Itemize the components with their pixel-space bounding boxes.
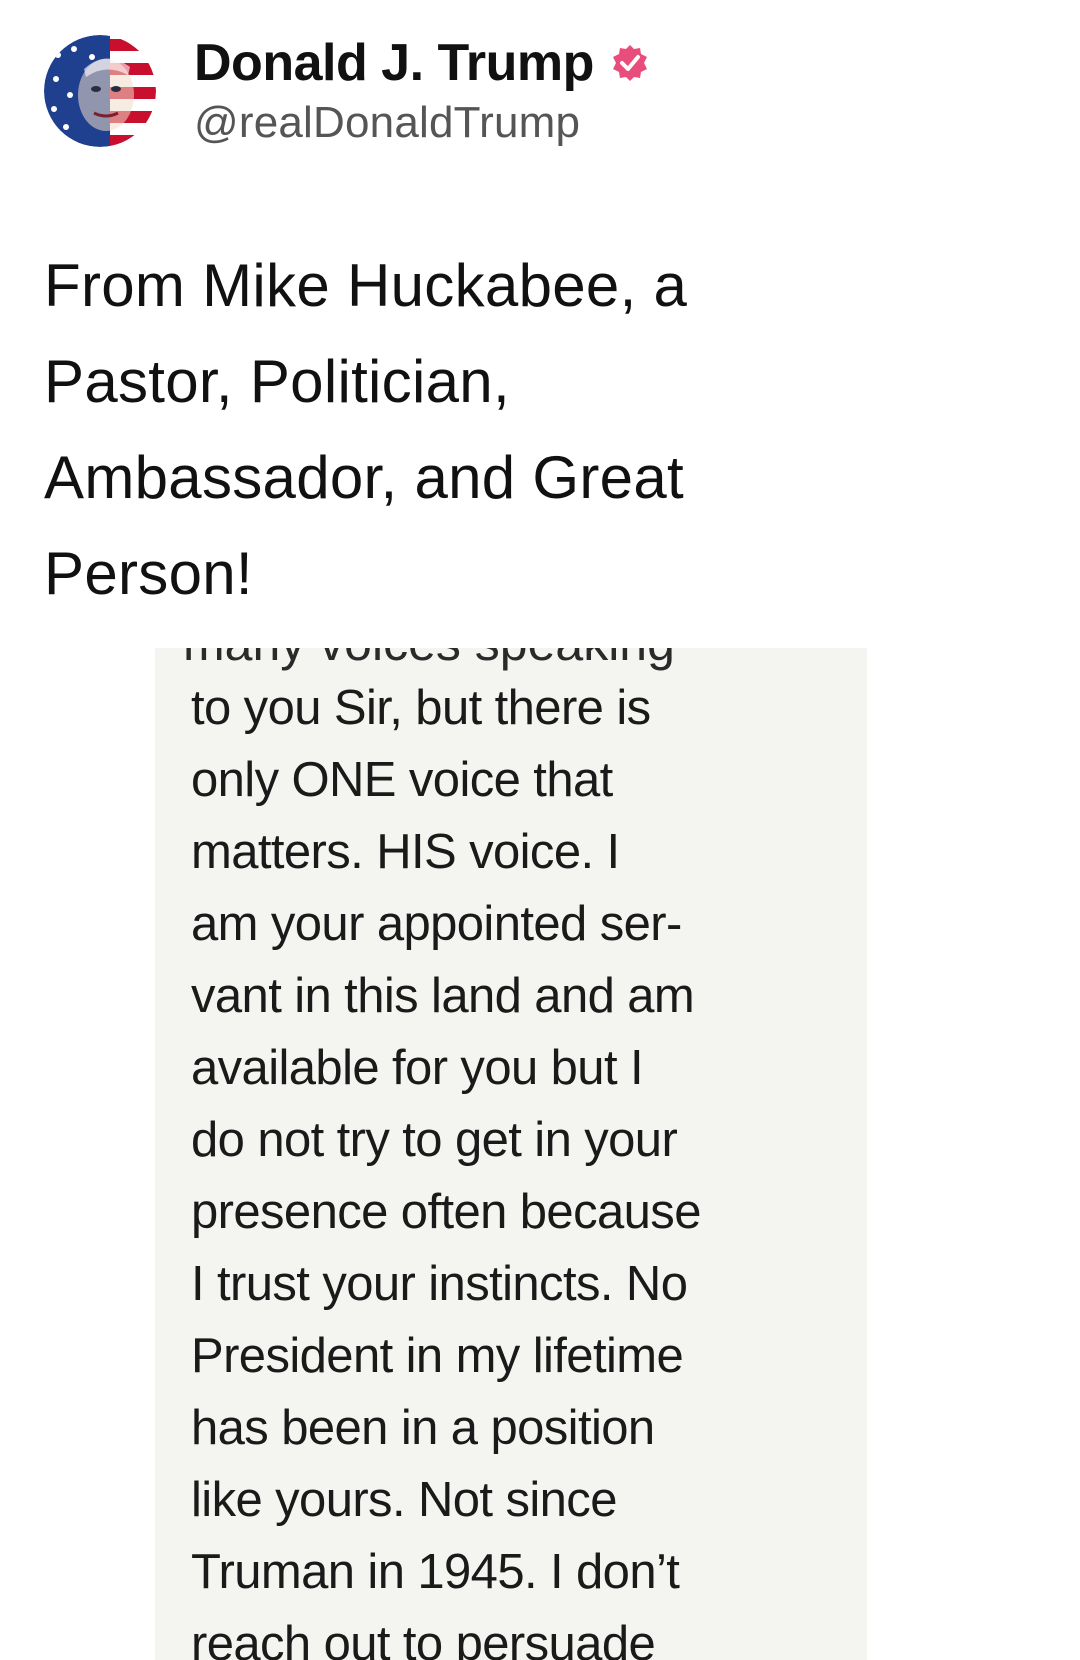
post-text-line: Person! [44, 540, 253, 607]
note-text-line: President in my lifetime [191, 1329, 684, 1383]
verified-badge-icon [610, 43, 650, 83]
post-text-line: Ambassador, and Great [44, 444, 684, 511]
note-text-line: like yours. Not since [191, 1473, 617, 1527]
note-text-line: reach out to persuade [191, 1617, 656, 1660]
note-text-line: to you Sir, but there is [191, 681, 651, 735]
post-header: Donald J. Trump @realDonaldTrump [44, 32, 650, 150]
note-text-line: available for you but I [191, 1041, 644, 1095]
author-display-name[interactable]: Donald J. Trump [194, 33, 594, 93]
name-row: Donald J. Trump [194, 34, 650, 92]
note-text-line: has been in a position [191, 1401, 655, 1455]
note-text-line: vant in this land and am [191, 969, 695, 1023]
author-identity: Donald J. Trump @realDonaldTrump [194, 34, 650, 148]
note-text-line: Truman in 1945. I don’t [191, 1545, 680, 1599]
author-handle[interactable]: @realDonaldTrump [194, 98, 650, 148]
note-text-line: presence often because [191, 1185, 701, 1239]
post-text-line: Pastor, Politician, [44, 348, 510, 415]
note-text-line: matters. HIS voice. I [191, 825, 620, 879]
post-body-text: From Mike Huckabee, a Pastor, Politician… [44, 238, 904, 622]
embedded-screenshot-image[interactable]: many voices speaking to you Sir, but the… [155, 648, 867, 1660]
embedded-note-text: to you Sir, but there is only ONE voice … [191, 672, 701, 1660]
cut-off-text-line: many voices speaking [183, 648, 675, 668]
post-text-line: From Mike Huckabee, a [44, 252, 688, 319]
note-text-line: only ONE voice that [191, 753, 613, 807]
note-text-line: I trust your instincts. No [191, 1257, 688, 1311]
note-text-line: do not try to get in your [191, 1113, 678, 1167]
flag-portrait-avatar-icon [44, 35, 156, 147]
note-text-line: am your appointed ser- [191, 897, 682, 951]
avatar[interactable] [44, 35, 156, 147]
